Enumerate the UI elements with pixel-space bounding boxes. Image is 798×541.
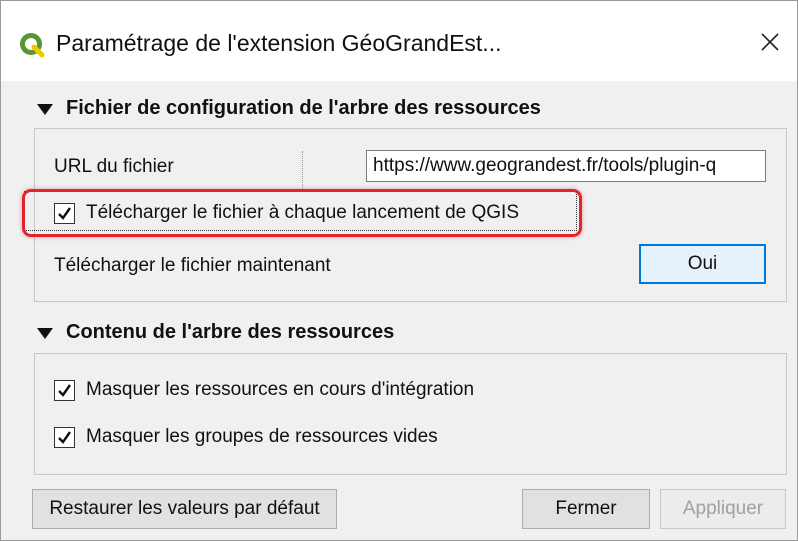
download-on-launch-label: Télécharger le fichier à chaque lancemen… [86, 202, 520, 223]
close-button[interactable]: Fermer [522, 489, 650, 529]
tree-section-title: Contenu de l'arbre des ressources [66, 321, 395, 343]
url-input[interactable] [366, 150, 766, 182]
collapse-triangle-icon[interactable] [37, 328, 53, 339]
hide-integrating-checkbox-row[interactable]: Masquer les ressources en cours d'intégr… [54, 379, 474, 401]
tree-group-box [34, 353, 787, 475]
window-title: Paramétrage de l'extension GéoGrandEst..… [56, 30, 502, 56]
title-bar: Paramétrage de l'extension GéoGrandEst..… [1, 1, 797, 81]
hide-empty-groups-checkbox-row[interactable]: Masquer les groupes de ressources vides [54, 426, 438, 448]
config-section-title: Fichier de configuration de l'arbre des … [66, 97, 541, 119]
download-now-label: Télécharger le fichier maintenant [54, 255, 331, 276]
checkmark-icon [58, 206, 71, 220]
collapse-triangle-icon[interactable] [37, 104, 53, 115]
close-icon[interactable] [753, 25, 787, 59]
apply-button[interactable]: Appliquer [660, 489, 786, 529]
url-label: URL du fichier [54, 156, 174, 177]
checkmark-icon [58, 383, 71, 397]
download-on-launch-checkbox-row[interactable]: Télécharger le fichier à chaque lancemen… [54, 202, 519, 224]
config-section-header[interactable]: Fichier de configuration de l'arbre des … [37, 97, 541, 120]
hide-empty-groups-label: Masquer les groupes de ressources vides [86, 426, 438, 447]
checkmark-icon [58, 430, 71, 444]
download-now-button[interactable]: Oui [639, 244, 766, 284]
hide-integrating-checkbox[interactable] [54, 379, 75, 401]
restore-defaults-button[interactable]: Restaurer les valeurs par défaut [32, 489, 337, 529]
download-on-launch-checkbox[interactable] [54, 202, 75, 224]
settings-dialog: Paramétrage de l'extension GéoGrandEst..… [0, 0, 798, 541]
tree-section-header[interactable]: Contenu de l'arbre des ressources [37, 321, 394, 344]
hide-integrating-label: Masquer les ressources en cours d'intégr… [86, 379, 475, 400]
splitter-handle[interactable] [302, 151, 303, 191]
hide-empty-groups-checkbox[interactable] [54, 426, 75, 448]
qgis-logo-icon [19, 32, 45, 58]
